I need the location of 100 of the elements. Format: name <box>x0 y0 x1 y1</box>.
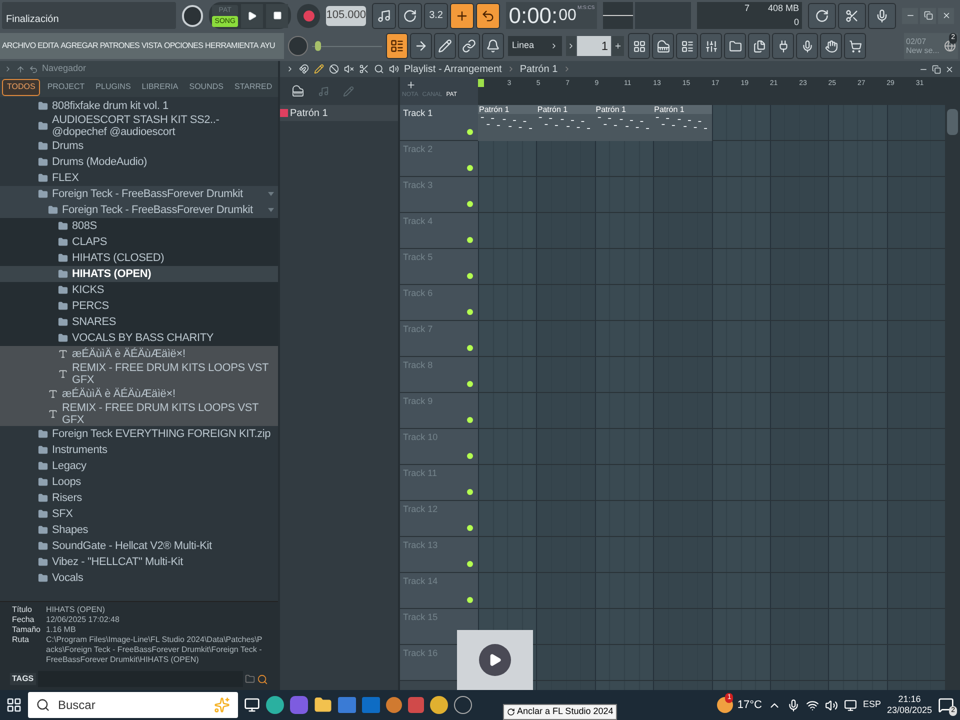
view-button[interactable] <box>700 33 722 59</box>
view-button[interactable] <box>628 33 650 59</box>
browser-tree-item[interactable]: Legacy <box>0 458 278 474</box>
browser-tree-item[interactable]: HIHATS (CLOSED) <box>0 250 278 266</box>
view-button[interactable] <box>748 33 770 59</box>
wifi-icon[interactable] <box>806 698 819 712</box>
browser-tree-item[interactable]: æÉÄùìÄ è ÄÉÄùÆäìë×! <box>0 346 278 362</box>
menu-item[interactable]: EDITA <box>38 40 59 52</box>
browser-tab[interactable]: SOUNDS <box>185 78 228 96</box>
browser-tree-item[interactable]: AUDIOESCORT STASH KIT SS2..- @dopechef @audioescort <box>0 114 278 138</box>
file-explorer-icon[interactable] <box>314 696 332 714</box>
browser-tree-item[interactable]: Drums <box>0 138 278 154</box>
view-button[interactable] <box>652 33 674 59</box>
menu-item[interactable]: ARCHIVO <box>2 40 36 52</box>
menu-item[interactable]: OPCIONES <box>164 40 204 52</box>
browser-tree-item[interactable]: Foreign Teck - FreeBassForever Drumkit <box>0 186 278 202</box>
stop-button[interactable] <box>266 4 288 28</box>
browser-tree-item[interactable]: Foreign Teck EVERYTHING FOREIGN KIT.zip <box>0 426 278 442</box>
track-header[interactable]: Track 1 <box>400 105 478 141</box>
cut-button[interactable] <box>838 2 866 28</box>
tool-toggle-button[interactable] <box>372 2 396 28</box>
view-button[interactable] <box>796 33 818 59</box>
tool-toggle-button[interactable]: 3.2 <box>424 2 448 28</box>
app-icon[interactable] <box>454 696 472 714</box>
browser-tree-item[interactable]: KICKS <box>0 282 278 298</box>
browser-tree-item[interactable]: Shapes <box>0 522 278 538</box>
maximize-button[interactable] <box>920 8 936 24</box>
master-volume-knob[interactable] <box>182 4 203 26</box>
tempo-field[interactable]: 105.000 <box>326 6 366 26</box>
menu-item[interactable]: AYU <box>260 40 275 52</box>
play-button[interactable] <box>241 4 264 28</box>
browser-tree-item[interactable]: 808S <box>0 218 278 234</box>
record-audio-button[interactable] <box>868 2 896 28</box>
main-pitch-knob[interactable] <box>288 36 308 56</box>
language-indicator[interactable]: ESP <box>862 698 881 712</box>
edit-tool-button[interactable] <box>458 33 480 59</box>
microphone-icon[interactable] <box>786 698 800 712</box>
browser-tree-item[interactable]: REMIX - FREE DRUM KITS LOOPS VST GFX <box>0 402 278 426</box>
main-volume-slider-thumb[interactable] <box>315 41 322 51</box>
tool-toggle-button[interactable] <box>398 2 422 28</box>
browser-tab[interactable]: TODOS <box>2 78 40 96</box>
browser-tree-item[interactable]: Vibez - "HELLCAT" Multi-Kit <box>0 554 278 570</box>
add-pattern-button[interactable] <box>612 36 624 56</box>
browser-app-icon[interactable] <box>266 696 284 714</box>
edit-tool-button[interactable] <box>434 33 456 59</box>
pattern-number-field[interactable]: 1 <box>577 36 611 56</box>
tool-toggle-button[interactable] <box>450 2 474 28</box>
notifications-icon[interactable] <box>938 697 954 713</box>
view-button[interactable] <box>820 33 842 59</box>
view-button[interactable] <box>724 33 746 59</box>
browser-tree-item[interactable]: SFX <box>0 506 278 522</box>
browser-tree-item[interactable]: FLEX <box>0 170 278 186</box>
assistant-app-icon[interactable] <box>290 696 308 714</box>
menu-item[interactable]: HERRAMIENTA <box>205 40 258 52</box>
maximize-button[interactable] <box>932 64 941 74</box>
browser-tree-item[interactable]: Vocals <box>0 570 278 586</box>
start-button[interactable] <box>6 697 22 713</box>
close-button[interactable] <box>945 64 954 74</box>
close-button[interactable] <box>938 8 954 24</box>
pattern-list-item[interactable]: Patrón 1 <box>280 105 398 121</box>
snap-dropdown[interactable]: Linea <box>508 36 562 56</box>
browser-tree-item[interactable]: Instruments <box>0 442 278 458</box>
task-view-button[interactable] <box>244 697 260 713</box>
edit-tool-button[interactable] <box>482 33 504 59</box>
view-button[interactable] <box>772 33 794 59</box>
browser-tree-item[interactable]: Risers <box>0 490 278 506</box>
record-button[interactable] <box>297 4 320 28</box>
browser-tree-item[interactable]: HIHATS (OPEN) <box>0 266 278 282</box>
browser-tree-item[interactable]: SoundGate - Hellcat V2® Multi-Kit <box>0 538 278 554</box>
display-icon[interactable] <box>844 698 857 712</box>
refresh-button[interactable] <box>808 2 836 28</box>
browser-tree-item[interactable]: 808fixfake drum kit vol. 1 <box>0 98 278 114</box>
browser-tree-item[interactable]: Foreign Teck - FreeBassForever Drumkit <box>0 202 278 218</box>
browser-tree-item[interactable]: SNARES <box>0 314 278 330</box>
view-button[interactable] <box>676 33 698 59</box>
browser-tree-item[interactable]: PERCS <box>0 298 278 314</box>
volume-icon[interactable] <box>824 698 838 712</box>
menu-item[interactable]: VISTA <box>141 40 162 52</box>
tool-toggle-button[interactable] <box>476 2 500 28</box>
browser-tree-item[interactable]: æÉÄùìÄ è ÄÉÄùÆäìë×! <box>0 386 278 402</box>
taskbar-search-field[interactable]: Buscar <box>28 692 238 718</box>
browser-tree-item[interactable]: CLAPS <box>0 234 278 250</box>
menu-item[interactable]: AGREGAR <box>60 40 98 52</box>
view-button[interactable] <box>844 33 866 59</box>
edit-tool-button[interactable] <box>410 33 432 59</box>
browser-tab[interactable]: LIBRERIA <box>138 78 182 96</box>
pattern-prev-button[interactable] <box>566 36 576 56</box>
browser-tree-item[interactable]: Loops <box>0 474 278 490</box>
web-browser-icon[interactable] <box>430 696 448 714</box>
browser-tab[interactable]: PLUGINS <box>92 78 135 96</box>
browser-tree-item[interactable]: VOCALS BY BASS CHARITY <box>0 330 278 346</box>
browser-tree-item[interactable]: Drums (ModeAudio) <box>0 154 278 170</box>
app-icon[interactable] <box>386 697 402 713</box>
minimize-button[interactable] <box>902 8 918 24</box>
browser-tab[interactable]: PROJECT <box>43 78 89 96</box>
clock[interactable]: 21:16 23/08/2025 <box>886 694 932 716</box>
edit-tool-button[interactable] <box>386 33 408 59</box>
menu-item[interactable]: PATRONES <box>100 40 140 52</box>
calendar-app-icon[interactable] <box>408 697 424 713</box>
browser-tab[interactable]: STARRED <box>230 78 276 96</box>
